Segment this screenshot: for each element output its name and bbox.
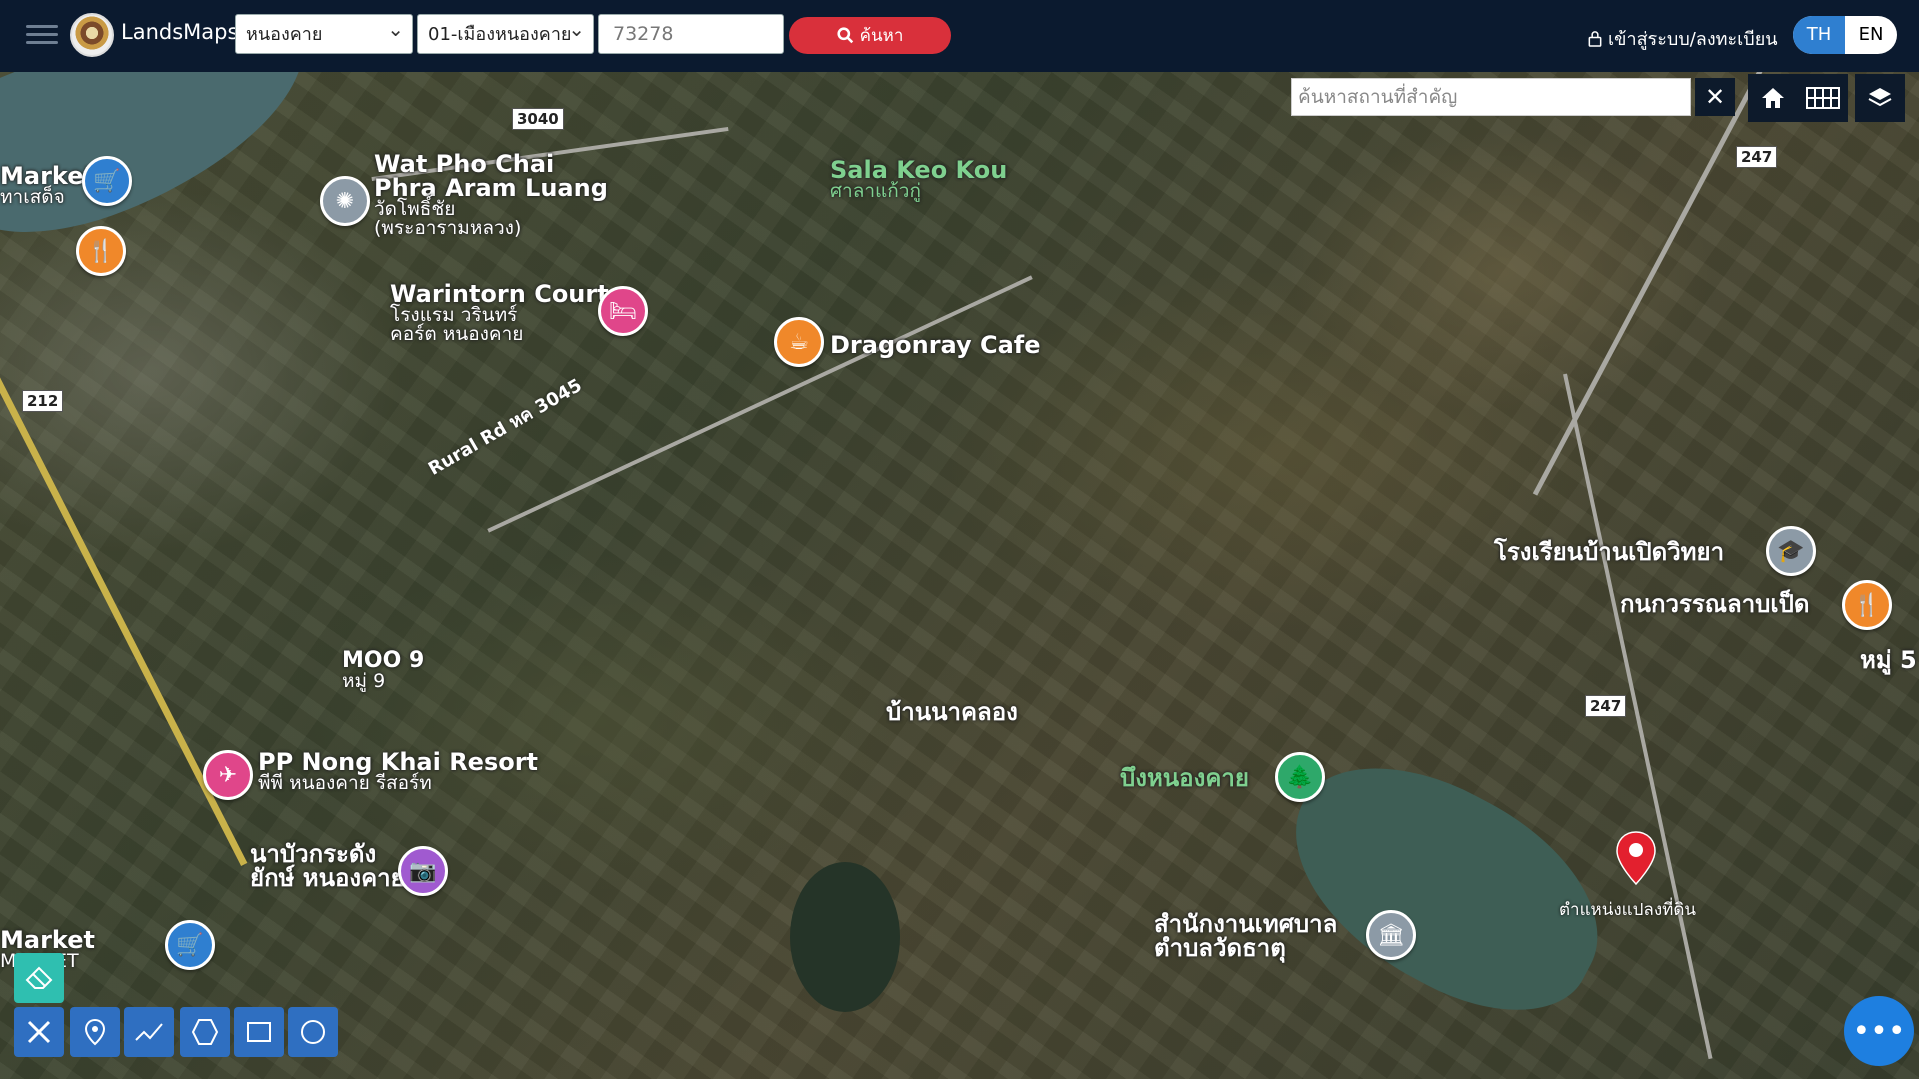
village-label: บ้านนาคลอง <box>886 698 1018 726</box>
route-shield: 212 <box>22 390 64 412</box>
search-button-label: ค้นหา <box>859 26 904 46</box>
parcel-number-input[interactable]: 73278 <box>598 14 784 54</box>
poi-label: Dragonray Cafe <box>830 331 1041 359</box>
cafe-icon[interactable]: ☕ <box>774 317 824 367</box>
language-toggle: TH EN <box>1793 16 1897 54</box>
rectangle-tool-icon[interactable] <box>234 1007 284 1057</box>
province-select[interactable]: หนองคาย <box>235 14 413 54</box>
poi-label: Sala Keo Kou ศาลาแก้วกู่ <box>830 156 1008 202</box>
poi-label: นาบัวกระดัง ยักษ์ หนองคาย <box>250 840 405 892</box>
poi-label: MOO 9 หมู่ 9 <box>342 648 425 692</box>
shopping-cart-icon[interactable]: 🛒 <box>165 920 215 970</box>
lang-en-button[interactable]: EN <box>1845 16 1897 54</box>
hotel-icon[interactable]: 🛏 <box>598 286 648 336</box>
grid-icon[interactable] <box>1798 74 1848 122</box>
parcel-position-label: ตำแหน่งแปลงที่ดิน <box>1559 900 1697 920</box>
pond <box>790 862 900 1012</box>
district-select[interactable]: 01-เมืองหนองคาย <box>417 14 594 54</box>
poi-label: สำนักงานเทศบาล ตำบลวัดธาตุ <box>1154 910 1338 962</box>
resort-icon[interactable]: ✈ <box>203 750 253 800</box>
measure-tools-icon[interactable] <box>14 1007 64 1057</box>
login-label: เข้าสู่ระบบ/ลงทะเบียน <box>1608 29 1778 50</box>
lock-icon <box>1588 31 1602 47</box>
restaurant-icon[interactable]: 🍴 <box>76 226 126 276</box>
polygon-tool-icon[interactable] <box>180 1007 230 1057</box>
poi-label: โรงเรียนบ้านเปิดวิทยา <box>1494 538 1725 566</box>
layers-icon[interactable] <box>1855 74 1905 122</box>
poi-label: Warintorn Court โรงแรม วรินทร์ คอร์ต หนองค… <box>390 280 609 345</box>
eraser-icon[interactable] <box>14 953 64 1003</box>
temple-icon[interactable]: ✺ <box>320 176 370 226</box>
more-options-button[interactable]: ••• <box>1844 996 1914 1066</box>
route-shield: 247 <box>1585 695 1627 717</box>
poi-label: บึงหนองคาย <box>1120 764 1249 792</box>
route-shield: 247 <box>1736 146 1778 168</box>
restaurant-icon[interactable]: 🍴 <box>1842 580 1892 630</box>
brand-name: LandsMaps <box>121 20 239 44</box>
poi-label: กนกวรรณลาบเป็ด <box>1620 590 1810 618</box>
poi-label: Wat Pho Chai Phra Aram Luang วัดโพธิ์ชัย (พ… <box>374 150 608 239</box>
route-shield: 3040 <box>512 108 564 130</box>
road-label: Rural Rd หค 3045 <box>424 374 586 480</box>
top-bar: LandsMaps หนองคาย 01-เมืองหนองคาย 73278 … <box>0 0 1919 72</box>
search-button[interactable]: ค้นหา <box>789 17 951 54</box>
home-icon[interactable] <box>1748 74 1798 122</box>
marker-tool-icon[interactable] <box>70 1007 120 1057</box>
camera-icon[interactable]: 📷 <box>398 846 448 896</box>
government-office-icon[interactable]: 🏛 <box>1366 910 1416 960</box>
school-icon[interactable]: 🎓 <box>1766 526 1816 576</box>
clear-search-icon[interactable]: ✕ <box>1695 78 1735 116</box>
poi-search-input[interactable]: ค้นหาสถานที่สำคัญ <box>1291 78 1691 116</box>
lang-th-button[interactable]: TH <box>1793 16 1845 54</box>
landsmaps-logo <box>70 13 114 57</box>
poi-label: หมู่ 5 <box>1860 646 1917 674</box>
polyline-tool-icon[interactable] <box>124 1007 174 1057</box>
satellite-map[interactable]: Rural Rd หค 3045 3040 212 247 247 Market… <box>0 72 1919 1079</box>
shopping-cart-icon[interactable]: 🛒 <box>82 156 132 206</box>
parcel-location-marker-icon[interactable] <box>1614 830 1658 886</box>
poi-label: Market ทาเสด็จ <box>0 162 95 208</box>
park-icon[interactable]: 🌲 <box>1275 752 1325 802</box>
hamburger-menu-icon[interactable] <box>26 20 58 48</box>
circle-tool-icon[interactable] <box>288 1007 338 1057</box>
login-link[interactable]: เข้าสู่ระบบ/ลงทะเบียน <box>1588 24 1778 53</box>
search-icon <box>837 27 853 44</box>
poi-label: PP Nong Khai Resort พีพี หนองคาย รีสอร์ท <box>258 748 539 794</box>
